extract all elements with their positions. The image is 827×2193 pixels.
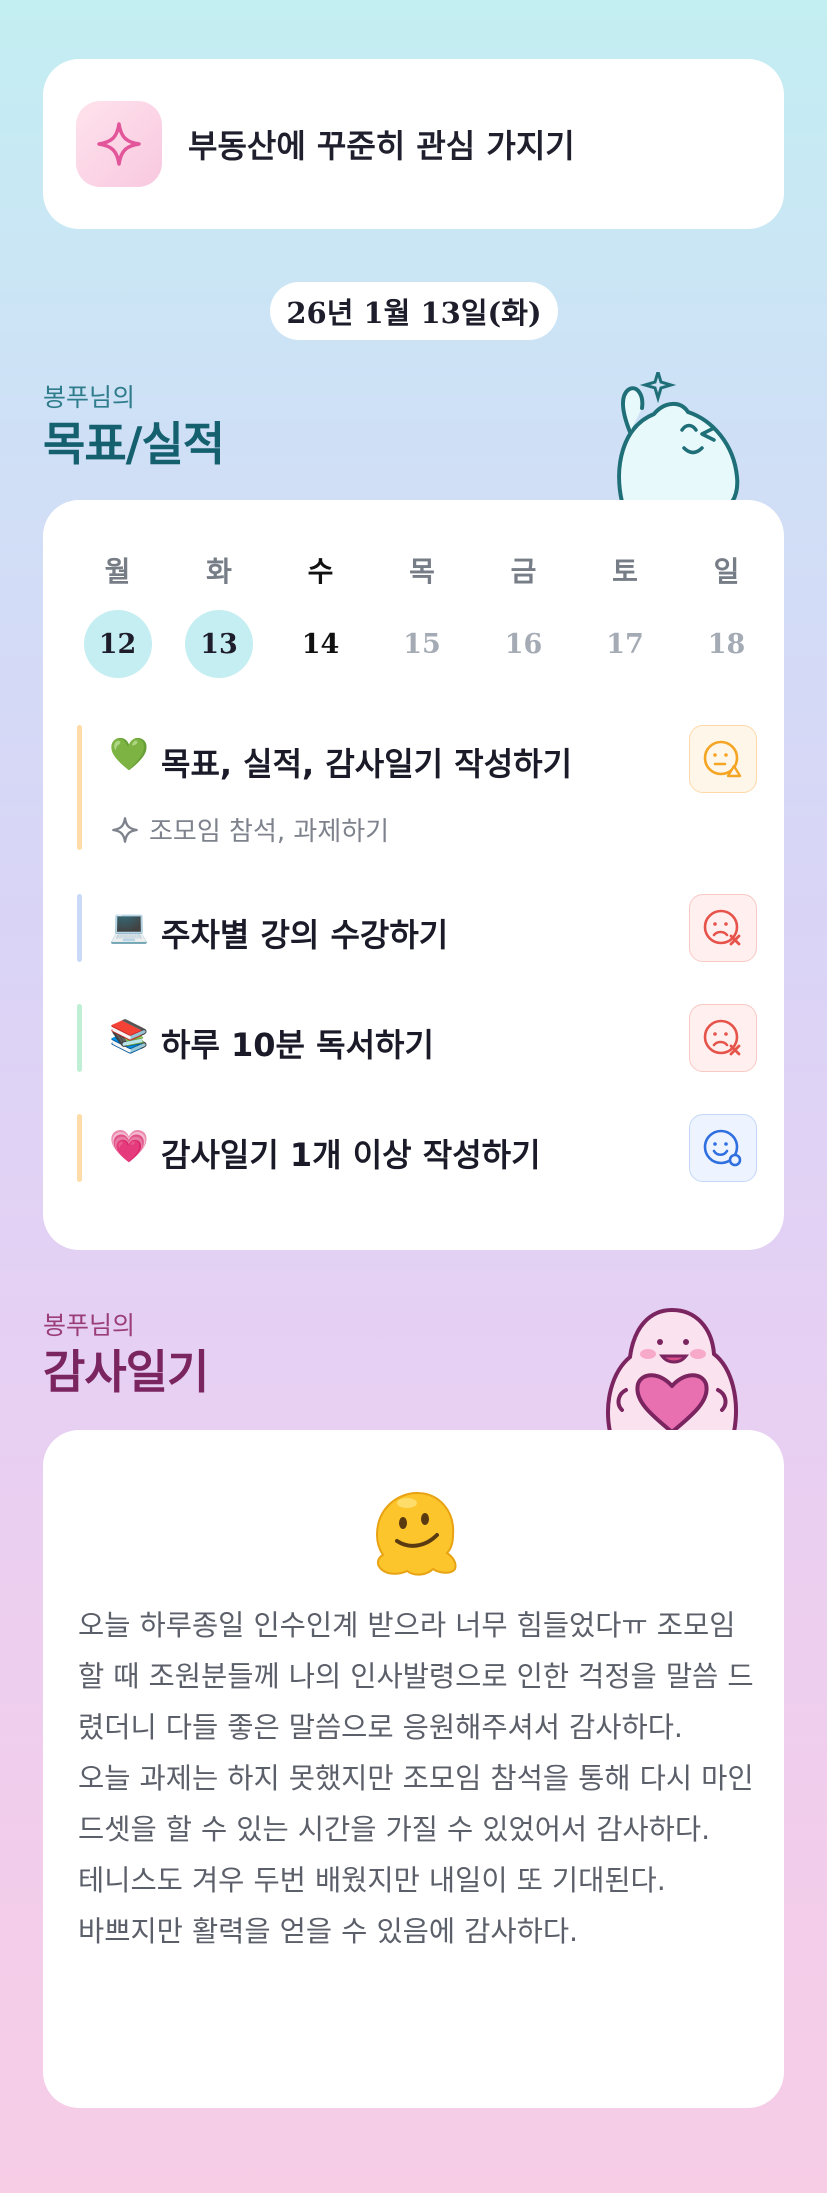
sad-face-icon [703,1019,741,1056]
day-15[interactable]: 15 [372,610,473,678]
status-pending-button[interactable] [689,725,757,793]
goal-label: 감사일기 1개 이상 작성하기 [161,1136,541,1174]
goal-banner-text: 부동산에 꾸준히 관심 가지기 [188,127,575,165]
mascot-heart-illustration [606,1307,738,1432]
status-done-button[interactable] [689,1114,757,1182]
weekday-sun: 일 [713,555,740,588]
day-12[interactable]: 12 [67,610,168,678]
goal-color-bar [77,1114,82,1182]
mascot-goal-illustration [617,372,740,502]
day-14[interactable]: 14 [270,610,371,678]
pink-heart-icon: 💗 [109,1127,149,1165]
thanks-journal-text: 오늘 하루종일 인수인계 받으라 너무 힘들었다ㅠ 조모임 할 때 조원분들께 … [78,1609,754,1948]
melting-face-icon [375,1491,457,1576]
thanks-title: 감사일기 [43,1345,209,1399]
goal-banner[interactable]: 부동산에 꾸준히 관심 가지기 [43,59,784,229]
books-icon: 📚 [109,1017,149,1055]
sad-face-icon [703,909,741,946]
day-13[interactable]: 13 [169,610,270,678]
weekday-wed: 수 [307,555,334,588]
pending-face-icon [703,740,742,778]
weekday-tue: 화 [206,555,232,588]
laptop-icon: 💻 [109,907,149,945]
weekday-sat: 토 [612,555,638,588]
goal-color-bar [77,1004,82,1072]
thanks-card: 오늘 하루종일 인수인계 받으라 너무 힘들었다ㅠ 조모임 할 때 조원분들께 … [43,1430,784,2108]
day-number-row: 12 13 14 15 16 17 18 [67,610,777,678]
goal-color-bar [77,725,82,850]
goal-color-bar [77,894,82,962]
smile-face-icon [703,1129,742,1167]
day-17[interactable]: 17 [575,610,676,678]
day-16[interactable]: 16 [473,610,574,678]
weekday-thu: 목 [409,555,435,588]
goal-subtask-text: 조모임 참석, 과제하기 [149,817,390,847]
sparkle-icon [76,101,162,187]
goals-title: 목표/실적 [43,417,225,471]
weekday-mon: 월 [104,555,131,588]
goal-label: 목표, 실적, 감사일기 작성하기 [161,745,573,783]
goal-subtask: 조모임 참석, 과제하기 [111,811,389,848]
goals-card: 월 화 수 목 금 토 일 12 13 14 15 16 17 18 💚 목표,… [43,500,784,1250]
weekday-row: 월 화 수 목 금 토 일 [67,550,777,590]
goal-item-3[interactable]: 📚 하루 10분 독서하기 [77,1004,757,1072]
green-heart-icon: 💚 [109,735,149,773]
goal-item-2[interactable]: 💻 주차별 강의 수강하기 [77,894,757,962]
date-pill[interactable]: 26년 1월 13일(화) [270,282,558,340]
day-18[interactable]: 18 [676,610,777,678]
status-failed-button[interactable] [689,1004,757,1072]
goal-item-1[interactable]: 💚 목표, 실적, 감사일기 작성하기 조모임 참석, 과제하기 [77,725,757,850]
goal-label: 하루 10분 독서하기 [161,1026,434,1064]
goal-item-4[interactable]: 💗 감사일기 1개 이상 작성하기 [77,1114,757,1182]
weekday-fri: 금 [510,555,537,588]
sparkle-icon [111,816,139,844]
status-failed-button[interactable] [689,894,757,962]
goal-label: 주차별 강의 수강하기 [161,916,449,954]
